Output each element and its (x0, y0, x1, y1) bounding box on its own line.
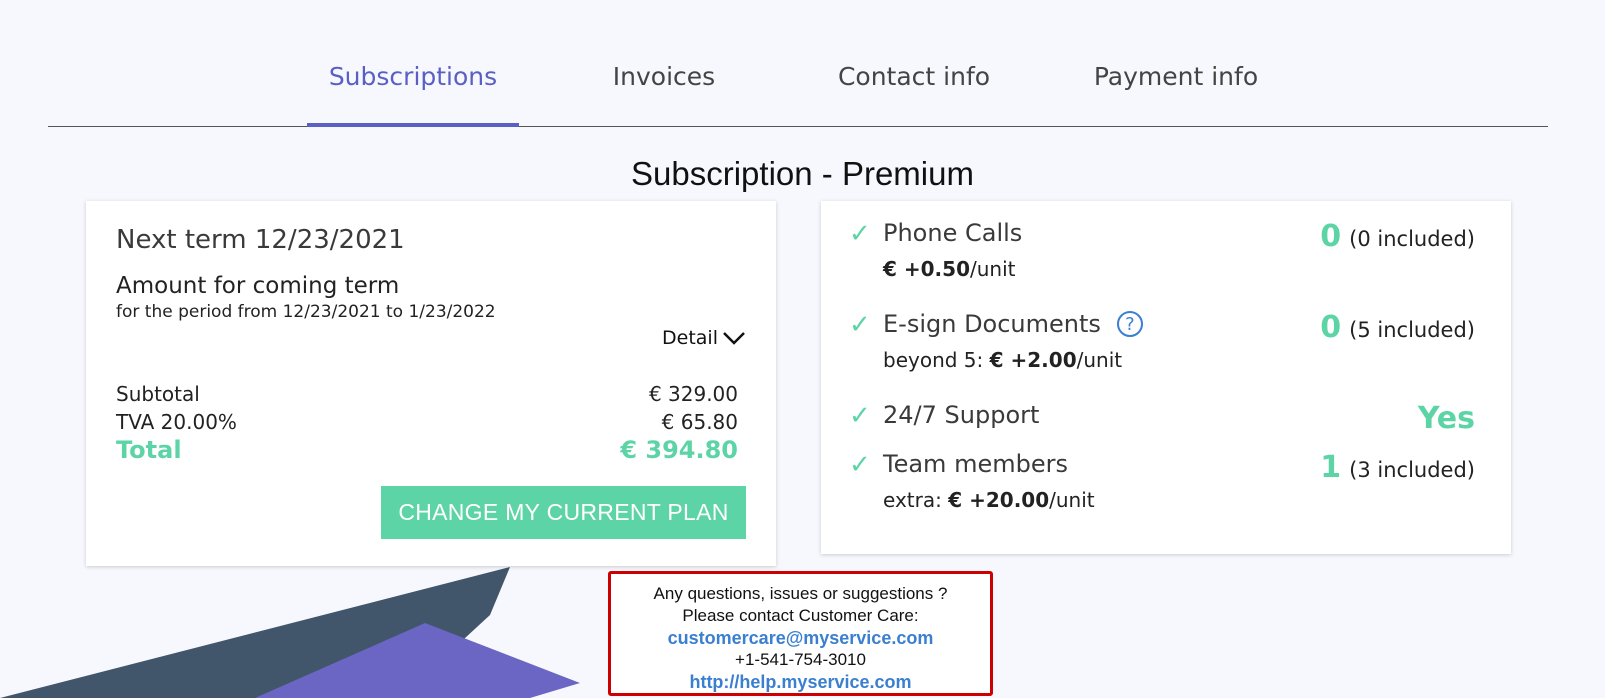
tab-bar: Subscriptions Invoices Contact info Paym… (48, 40, 1548, 127)
usage-included: (5 included) (1349, 318, 1475, 342)
feature-usage: 0 (5 included) (1320, 310, 1475, 345)
amount-title: Amount for coming term (116, 273, 400, 299)
feature-price: € +0.50/unit (883, 257, 1016, 281)
tab-subscriptions[interactable]: Subscriptions (307, 60, 519, 127)
tab-payment-info[interactable]: Payment info (1056, 60, 1296, 126)
feature-usage: Yes (1418, 401, 1475, 436)
total-label: Total (116, 436, 182, 464)
term-summary-card: Next term 12/23/2021 Amount for coming t… (86, 201, 776, 566)
chevron-down-icon (723, 332, 745, 345)
check-icon: ✓ (849, 450, 871, 480)
subtotal-row: Subtotal € 329.00 (116, 382, 738, 406)
support-value: Yes (1417, 401, 1475, 436)
active-tab-indicator (307, 123, 519, 127)
feature-name: E-sign Documents (883, 310, 1101, 338)
feature-price: beyond 5: € +2.00/unit (883, 348, 1123, 372)
usage-included: (3 included) (1349, 458, 1475, 482)
subtotal-value: € 329.00 (648, 382, 738, 406)
customer-care-email-link[interactable]: customercare@myservice.com (611, 627, 990, 649)
page-title: Subscription - Premium (631, 155, 974, 192)
feature-name: Phone Calls (883, 219, 1023, 247)
feature-name: Team members (883, 450, 1068, 478)
term-period: for the period from 12/23/2021 to 1/23/2… (116, 302, 496, 322)
customer-care-phone: +1-541-754-3010 (735, 650, 866, 669)
feature-name: 24/7 Support (883, 401, 1040, 429)
usage-count: 0 (1320, 219, 1342, 254)
plan-features-card: ✓ Phone Calls 0 (0 included) € +0.50/uni… (821, 201, 1511, 554)
feature-usage: 1 (3 included) (1320, 450, 1475, 485)
tax-value: € 65.80 (661, 410, 738, 434)
next-term-heading: Next term 12/23/2021 (116, 225, 405, 255)
tax-row: TVA 20.00% € 65.80 (116, 410, 738, 434)
check-icon: ✓ (849, 310, 871, 340)
customer-care-box: Any questions, issues or suggestions ? P… (608, 571, 993, 696)
detail-label: Detail (662, 327, 718, 349)
total-value: € 394.80 (620, 436, 738, 464)
tab-contact-info[interactable]: Contact info (808, 60, 1020, 126)
tax-label: TVA 20.00% (116, 410, 237, 434)
usage-count: 0 (1320, 310, 1342, 345)
contact-line-questions: Any questions, issues or suggestions ? (653, 584, 948, 603)
change-plan-button[interactable]: CHANGE MY CURRENT PLAN (381, 486, 746, 539)
usage-count: 1 (1320, 450, 1342, 485)
feature-usage: 0 (0 included) (1320, 219, 1475, 254)
check-icon: ✓ (849, 401, 871, 431)
detail-toggle[interactable]: Detail (662, 327, 746, 349)
usage-included: (0 included) (1349, 227, 1475, 251)
total-row: Total € 394.80 (116, 436, 738, 464)
contact-line-prompt: Please contact Customer Care: (682, 606, 919, 625)
tab-invoices[interactable]: Invoices (558, 60, 770, 126)
check-icon: ✓ (849, 219, 871, 249)
subtotal-label: Subtotal (116, 382, 200, 406)
feature-price: extra: € +20.00/unit (883, 488, 1095, 512)
help-site-link[interactable]: http://help.myservice.com (611, 671, 990, 693)
help-circle-icon[interactable]: ? (1116, 311, 1143, 337)
